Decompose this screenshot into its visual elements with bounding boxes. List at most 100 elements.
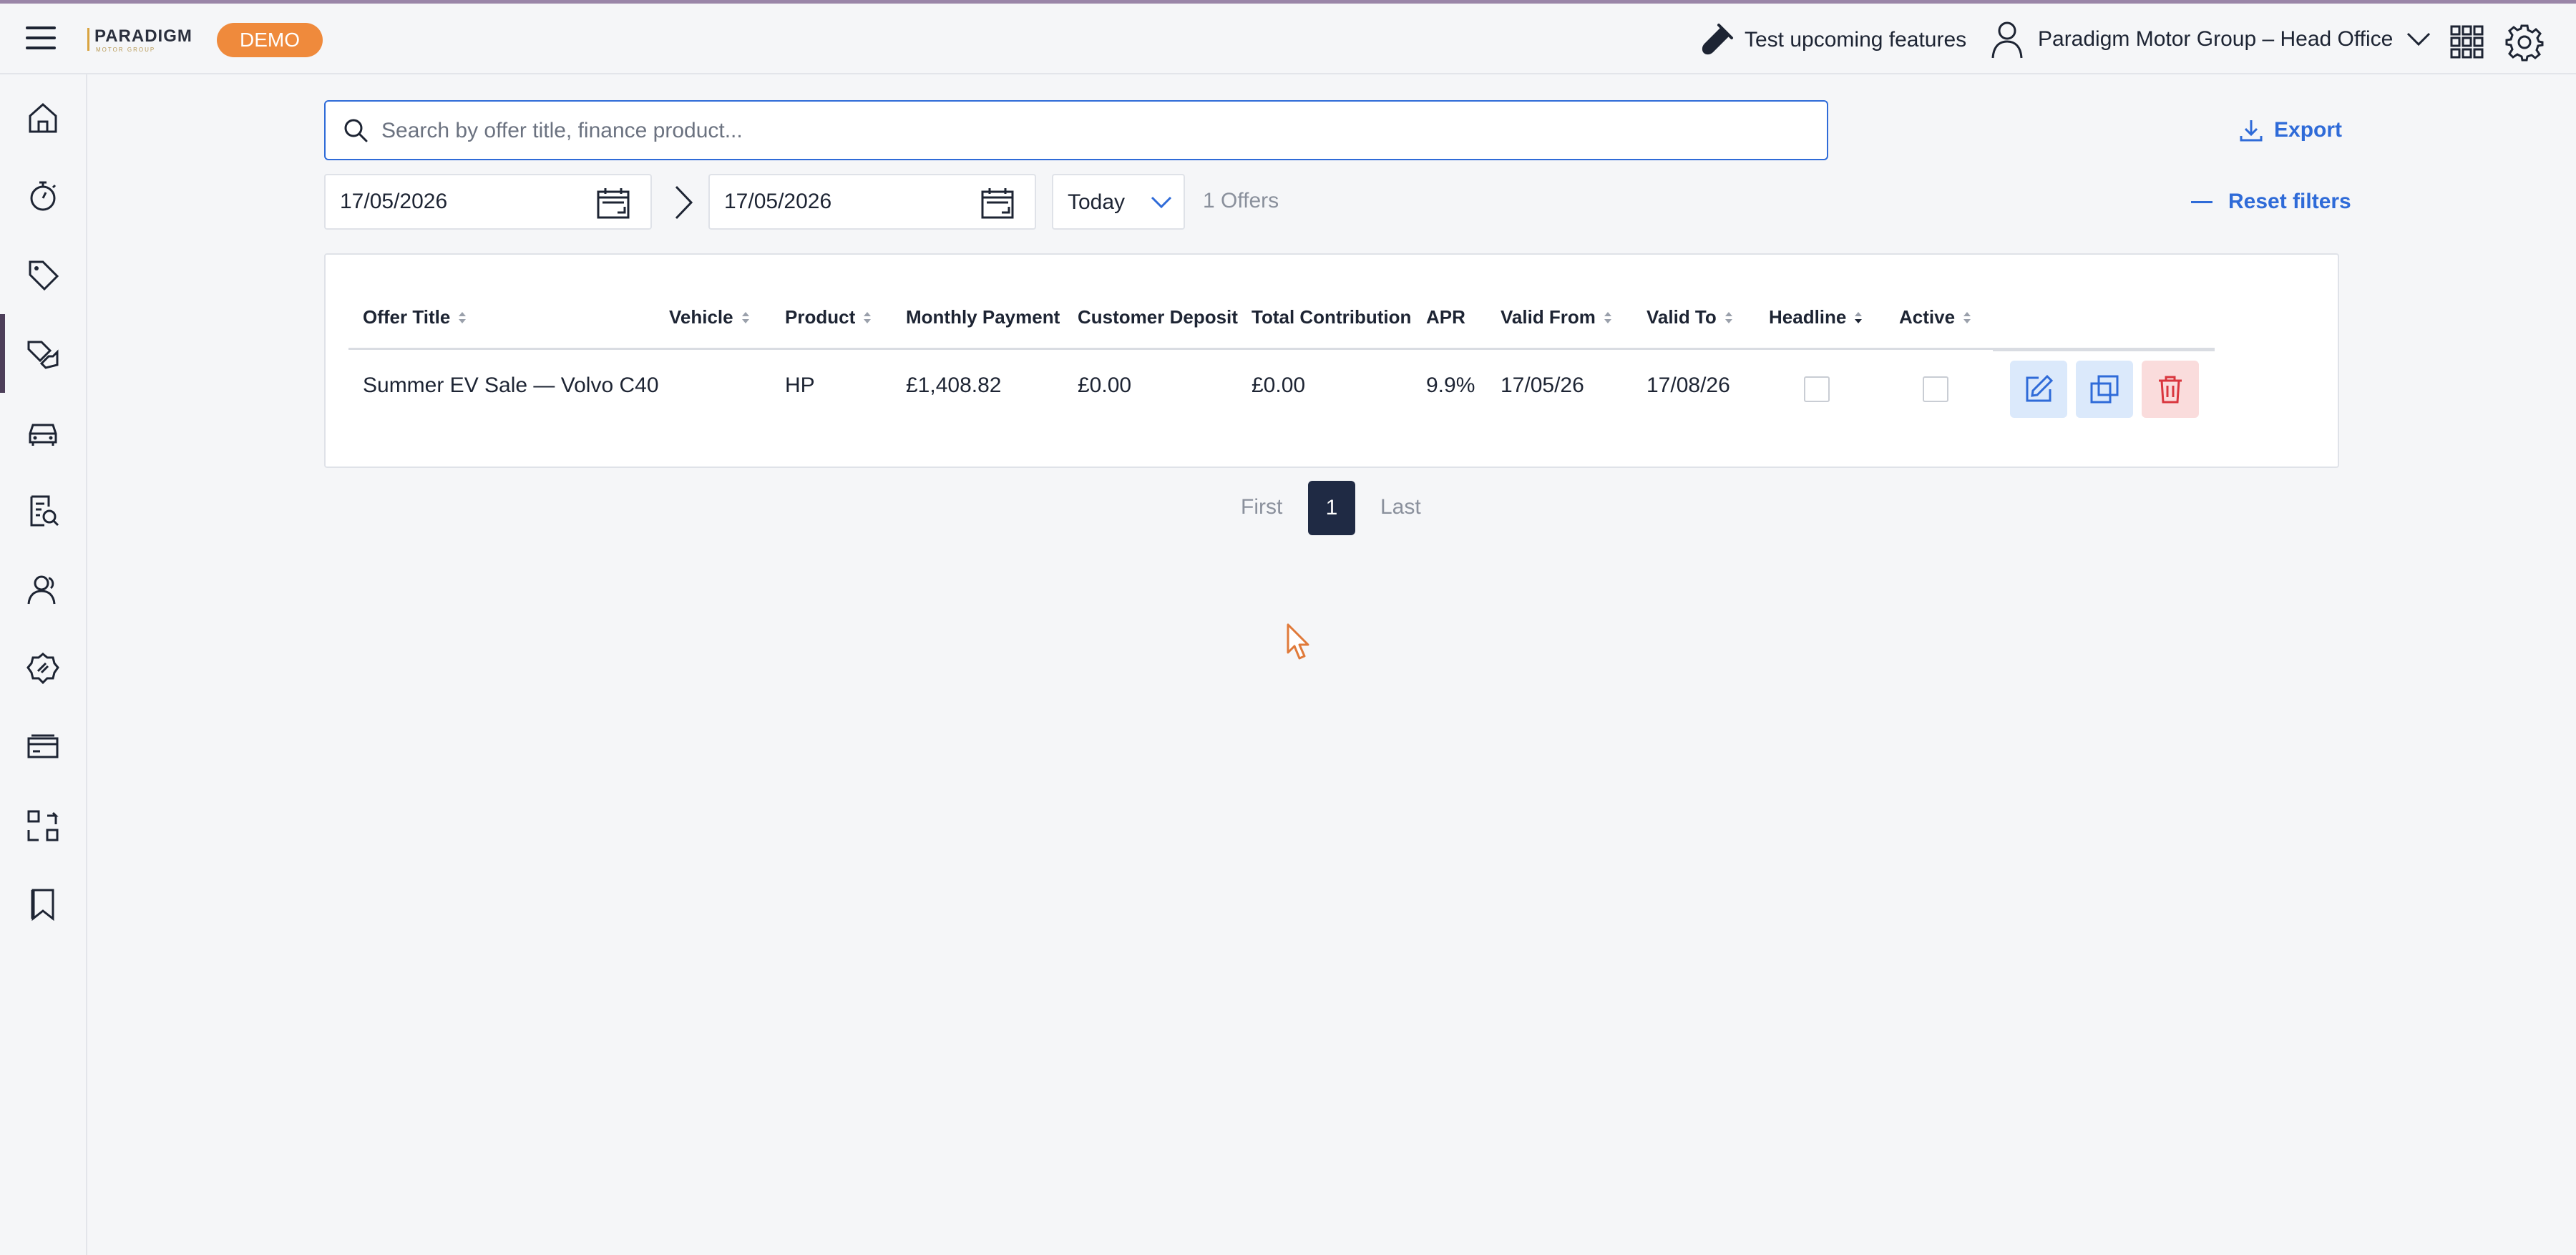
edit-button[interactable] (2010, 361, 2067, 418)
finance-offers-icon (27, 341, 59, 369)
sidebar-item-users[interactable] (0, 550, 86, 629)
sort-icon (1963, 311, 1971, 323)
company-logo[interactable]: PARADIGM MOTOR GROUP (87, 24, 192, 55)
offers-table: Offer Title Vehicle Product Monthly Paym… (324, 253, 2339, 468)
sidebar-item-transfers[interactable] (0, 786, 86, 865)
column-header-total-contribution: Total Contribution (1252, 306, 1411, 328)
calendar-icon[interactable] (980, 187, 1015, 220)
sidebar-item-settings-badge[interactable] (0, 629, 86, 708)
active-checkbox[interactable] (1923, 376, 1948, 402)
bookmark-icon (31, 889, 54, 922)
cell-customer-deposit: £0.00 (1078, 373, 1132, 397)
column-header-label: APR (1426, 306, 1465, 328)
date-from-value: 17/05/2026 (340, 190, 448, 213)
column-header-vehicle[interactable]: Vehicle (669, 306, 751, 328)
column-header-label: Customer Deposit (1078, 306, 1238, 328)
mouse-pointer-icon (1287, 623, 1309, 660)
chevron-down-icon (2407, 32, 2431, 47)
apps-grid-icon[interactable] (2450, 25, 2484, 59)
sort-icon (741, 311, 749, 323)
copy-icon (2090, 375, 2119, 404)
cell-total-contribution: £0.00 (1252, 373, 1306, 397)
sidebar-item-home[interactable] (0, 78, 86, 157)
users-icon (27, 575, 56, 605)
sort-icon (459, 311, 467, 323)
cell-valid-from: 17/05/26 (1501, 373, 1584, 397)
test-features-label: Test upcoming features (1745, 28, 1967, 52)
column-header-label: Product (785, 306, 856, 328)
date-from-field[interactable]: 17/05/2026 (324, 174, 652, 230)
sort-desc-icon (1855, 311, 1863, 323)
sort-icon (1724, 311, 1732, 323)
minus-icon (2191, 200, 2212, 203)
organisation-name: Paradigm Motor Group – Head Office (2038, 27, 2394, 51)
demo-badge: DEMO (217, 23, 323, 57)
sidebar-item-stopwatch[interactable] (0, 157, 86, 235)
logo-bar (87, 28, 89, 51)
date-to-field[interactable]: 17/05/2026 (708, 174, 1036, 230)
sidebar-item-reports[interactable] (0, 472, 86, 550)
logo-subtext: MOTOR GROUP (96, 47, 156, 53)
headline-checkbox[interactable] (1804, 376, 1830, 402)
period-value: Today (1068, 190, 1126, 214)
duplicate-button[interactable] (2076, 361, 2133, 418)
search-icon (344, 119, 368, 142)
cell-offer-title: Summer EV Sale — Volvo C40 (363, 373, 659, 397)
gear-icon[interactable] (2505, 23, 2544, 62)
cell-valid-to: 17/08/26 (1646, 373, 1730, 397)
column-header-active[interactable]: Active (1899, 306, 1972, 328)
report-search-icon (30, 495, 59, 527)
stopwatch-icon (30, 181, 57, 211)
column-header-apr: APR (1426, 306, 1465, 328)
column-header-label: Headline (1769, 306, 1847, 328)
sort-icon (864, 311, 872, 323)
search-box (324, 100, 1828, 160)
reset-filters-button[interactable]: Reset filters (2191, 187, 2351, 216)
column-header-label: Valid From (1501, 306, 1596, 328)
sidebar-item-payments[interactable] (0, 708, 86, 786)
pagination-first[interactable]: First (1241, 495, 1282, 519)
card-icon (27, 734, 59, 758)
test-upcoming-features-button[interactable]: Test upcoming features (1699, 22, 1966, 58)
sidebar-item-finance-offers[interactable] (0, 314, 86, 393)
offers-count: 1 Offers (1203, 189, 1279, 213)
sort-icon (1604, 311, 1611, 323)
calendar-icon[interactable] (596, 187, 630, 220)
column-header-valid-from[interactable]: Valid From (1501, 306, 1613, 328)
column-header-customer-deposit: Customer Deposit (1078, 306, 1238, 328)
edit-icon (2026, 374, 2054, 402)
column-header-label: Offer Title (363, 306, 451, 328)
column-header-label: Total Contribution (1252, 306, 1412, 328)
period-select[interactable]: Today (1052, 174, 1185, 230)
column-header-label: Valid To (1646, 306, 1717, 328)
car-icon (29, 424, 57, 446)
column-header-valid-to[interactable]: Valid To (1646, 306, 1734, 328)
home-icon (29, 102, 57, 133)
reset-filters-label: Reset filters (2228, 190, 2351, 213)
actions-header-divider (1993, 348, 2215, 351)
search-input[interactable] (380, 102, 1807, 160)
column-header-monthly-payment: Monthly Payment (906, 306, 1060, 328)
export-button[interactable]: Export (2238, 114, 2342, 146)
column-header-offer-title[interactable]: Offer Title (363, 306, 467, 328)
pagination-page-1[interactable]: 1 (1308, 481, 1355, 535)
cell-apr: 9.9% (1426, 373, 1475, 397)
column-header-headline[interactable]: Headline (1769, 306, 1863, 328)
pagination-last[interactable]: Last (1380, 495, 1421, 519)
organisation-selector[interactable]: Paradigm Motor Group – Head Office (1989, 19, 2431, 59)
settings-badge-icon (26, 653, 59, 685)
column-header-label: Monthly Payment (906, 306, 1060, 328)
column-header-product[interactable]: Product (785, 306, 872, 328)
cell-product: HP (785, 373, 815, 397)
chevron-right-icon (675, 185, 693, 220)
sidebar-item-vehicles[interactable] (0, 393, 86, 472)
menu-hamburger-icon[interactable] (26, 26, 56, 51)
sidebar-item-bookmarks[interactable] (0, 865, 86, 944)
sidebar (0, 74, 87, 1255)
chevron-down-icon (1151, 196, 1172, 209)
trash-icon (2159, 376, 2182, 404)
tag-icon (29, 260, 59, 291)
column-header-label: Active (1899, 306, 1956, 328)
sidebar-item-offers-tag[interactable] (0, 235, 86, 314)
delete-button[interactable] (2142, 361, 2199, 418)
